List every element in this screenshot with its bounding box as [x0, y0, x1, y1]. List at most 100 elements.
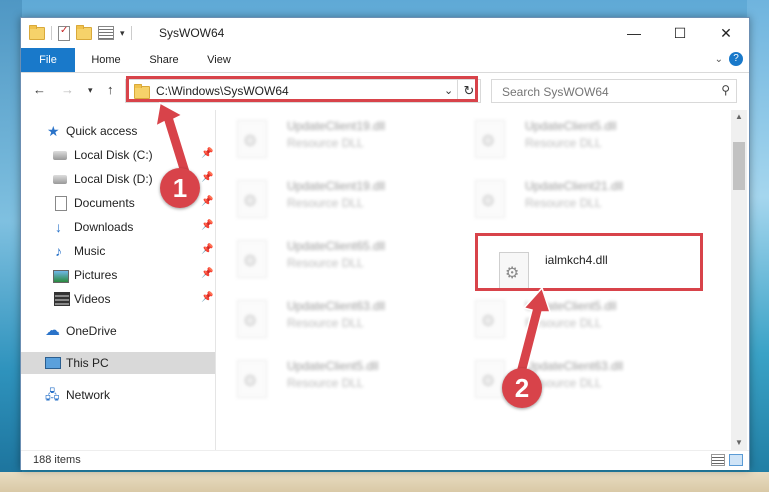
step-marker-2: 2: [502, 368, 542, 408]
search-box[interactable]: ⚲: [491, 79, 737, 103]
pc-icon: [45, 357, 61, 369]
sidebar-item-videos[interactable]: Videos 📌: [21, 288, 215, 310]
file-name: UpdateClient19.dll: [287, 179, 386, 193]
pin-icon[interactable]: 📌: [201, 268, 213, 279]
network-icon: 🖧: [45, 387, 60, 402]
sidebar-item-label: Quick access: [66, 124, 138, 138]
file-item[interactable]: UpdateClient21.dll Resource DLL: [455, 172, 685, 226]
sidebar-item-label: Music: [74, 244, 106, 258]
tab-view[interactable]: View: [197, 48, 241, 72]
music-icon: ♪: [55, 243, 62, 259]
up-button[interactable]: ↑: [107, 82, 114, 97]
pin-icon[interactable]: 📌: [201, 292, 213, 303]
sidebar-item-downloads[interactable]: ↓ Downloads 📌: [21, 216, 215, 238]
tab-file[interactable]: File: [21, 48, 75, 72]
status-bar: 188 items: [21, 450, 749, 470]
scroll-thumb[interactable]: [733, 142, 745, 190]
sidebar-item-pictures[interactable]: Pictures 📌: [21, 264, 215, 286]
tab-home[interactable]: Home: [81, 48, 131, 72]
file-item[interactable]: UpdateClient5.dll Resource DLL: [455, 292, 685, 346]
desktop-background-right: [747, 0, 769, 492]
desktop-background-left: [0, 0, 22, 492]
cloud-icon: ☁: [45, 322, 60, 339]
toolbar-separator: [130, 26, 132, 40]
help-icon[interactable]: ?: [729, 52, 743, 66]
file-item[interactable]: UpdateClient19.dll Resource DLL: [217, 172, 447, 226]
back-button[interactable]: ←: [33, 82, 46, 97]
download-icon: ↓: [55, 219, 62, 235]
qat-dropdown-icon[interactable]: ▾: [120, 28, 125, 39]
ribbon-expand-icon[interactable]: ⌄: [715, 54, 723, 65]
sidebar-item-label: Downloads: [74, 220, 134, 234]
file-type: Resource DLL: [525, 136, 602, 150]
file-type: Resource DLL: [287, 196, 364, 210]
sidebar-item-onedrive[interactable]: ☁ OneDrive: [21, 320, 215, 342]
scroll-down-icon[interactable]: ▼: [731, 436, 747, 450]
item-count: 188 items: [33, 454, 81, 466]
file-item[interactable]: UpdateClient63.dll Resource DLL: [455, 352, 685, 406]
large-icons-view-icon[interactable]: [729, 454, 743, 466]
file-type: Resource DLL: [287, 136, 364, 150]
file-name: UpdateClient63.dll: [287, 299, 386, 313]
close-button[interactable]: ✕: [703, 18, 749, 48]
scroll-up-icon[interactable]: ▲: [731, 110, 747, 124]
recent-locations-icon[interactable]: ▾: [88, 85, 93, 96]
disk-icon: [53, 151, 67, 160]
file-item[interactable]: UpdateClient65.dll Resource DLL: [217, 232, 447, 286]
pin-icon[interactable]: 📌: [201, 220, 213, 231]
star-icon: ★: [47, 123, 60, 139]
sidebar-item-label: OneDrive: [66, 324, 117, 338]
pictures-icon: [53, 270, 69, 283]
search-icon: ⚲: [721, 83, 730, 97]
folder-icon[interactable]: [29, 24, 45, 40]
minimize-button[interactable]: —: [611, 18, 657, 48]
dll-file-icon: [237, 120, 267, 158]
file-name: UpdateClient65.dll: [287, 239, 386, 253]
disk-icon: [53, 175, 67, 184]
view-toggle: [711, 454, 743, 466]
file-name: UpdateClient5.dll: [525, 119, 617, 133]
details-view-icon[interactable]: [711, 454, 725, 466]
sidebar-item-label: Local Disk (D:): [74, 172, 153, 186]
new-folder-icon[interactable]: [76, 24, 92, 40]
step-marker-1: 1: [160, 168, 200, 208]
sidebar-item-music[interactable]: ♪ Music 📌: [21, 240, 215, 262]
file-item[interactable]: UpdateClient19.dll Resource DLL: [217, 112, 447, 166]
file-type: Resource DLL: [525, 196, 602, 210]
sidebar-item-label: Videos: [74, 292, 111, 306]
file-item[interactable]: UpdateClient5.dll Resource DLL: [455, 112, 685, 166]
view-options-icon[interactable]: [98, 26, 114, 40]
sidebar-item-this-pc[interactable]: This PC: [21, 352, 215, 374]
sidebar-item-label: Pictures: [74, 268, 118, 282]
file-name: UpdateClient21.dll: [525, 179, 624, 193]
file-name: UpdateClient19.dll: [287, 119, 386, 133]
arrow-2-icon: [515, 286, 552, 375]
file-name: UpdateClient5.dll: [287, 359, 379, 373]
dll-file-icon: [237, 300, 267, 338]
properties-icon[interactable]: [58, 25, 70, 41]
file-type: Resource DLL: [287, 376, 364, 390]
dll-file-icon: [237, 360, 267, 398]
documents-icon: [55, 196, 67, 211]
maximize-button[interactable]: ☐: [657, 18, 703, 48]
pin-icon[interactable]: 📌: [201, 244, 213, 255]
toolbar-separator: [51, 26, 52, 40]
forward-button[interactable]: →: [61, 82, 74, 97]
dll-file-icon: [237, 240, 267, 278]
dll-file-icon: [237, 180, 267, 218]
sidebar-item-network[interactable]: 🖧 Network: [21, 384, 215, 406]
tab-share[interactable]: Share: [139, 48, 189, 72]
window-title: SysWOW64: [159, 26, 225, 40]
file-type: Resource DLL: [287, 256, 364, 270]
search-input[interactable]: [500, 83, 704, 101]
title-bar: ▾ SysWOW64 — ☐ ✕: [21, 18, 749, 48]
file-item[interactable]: UpdateClient63.dll Resource DLL: [217, 292, 447, 346]
vertical-scrollbar[interactable]: ▲ ▼: [731, 110, 747, 450]
pin-icon[interactable]: 📌: [201, 196, 213, 207]
sidebar-item-label: Documents: [74, 196, 135, 210]
file-item[interactable]: UpdateClient5.dll Resource DLL: [217, 352, 447, 406]
file-type: Resource DLL: [287, 316, 364, 330]
sidebar-item-label: This PC: [66, 356, 109, 370]
quick-access-toolbar: ▾: [29, 24, 132, 41]
videos-icon: [54, 292, 70, 306]
